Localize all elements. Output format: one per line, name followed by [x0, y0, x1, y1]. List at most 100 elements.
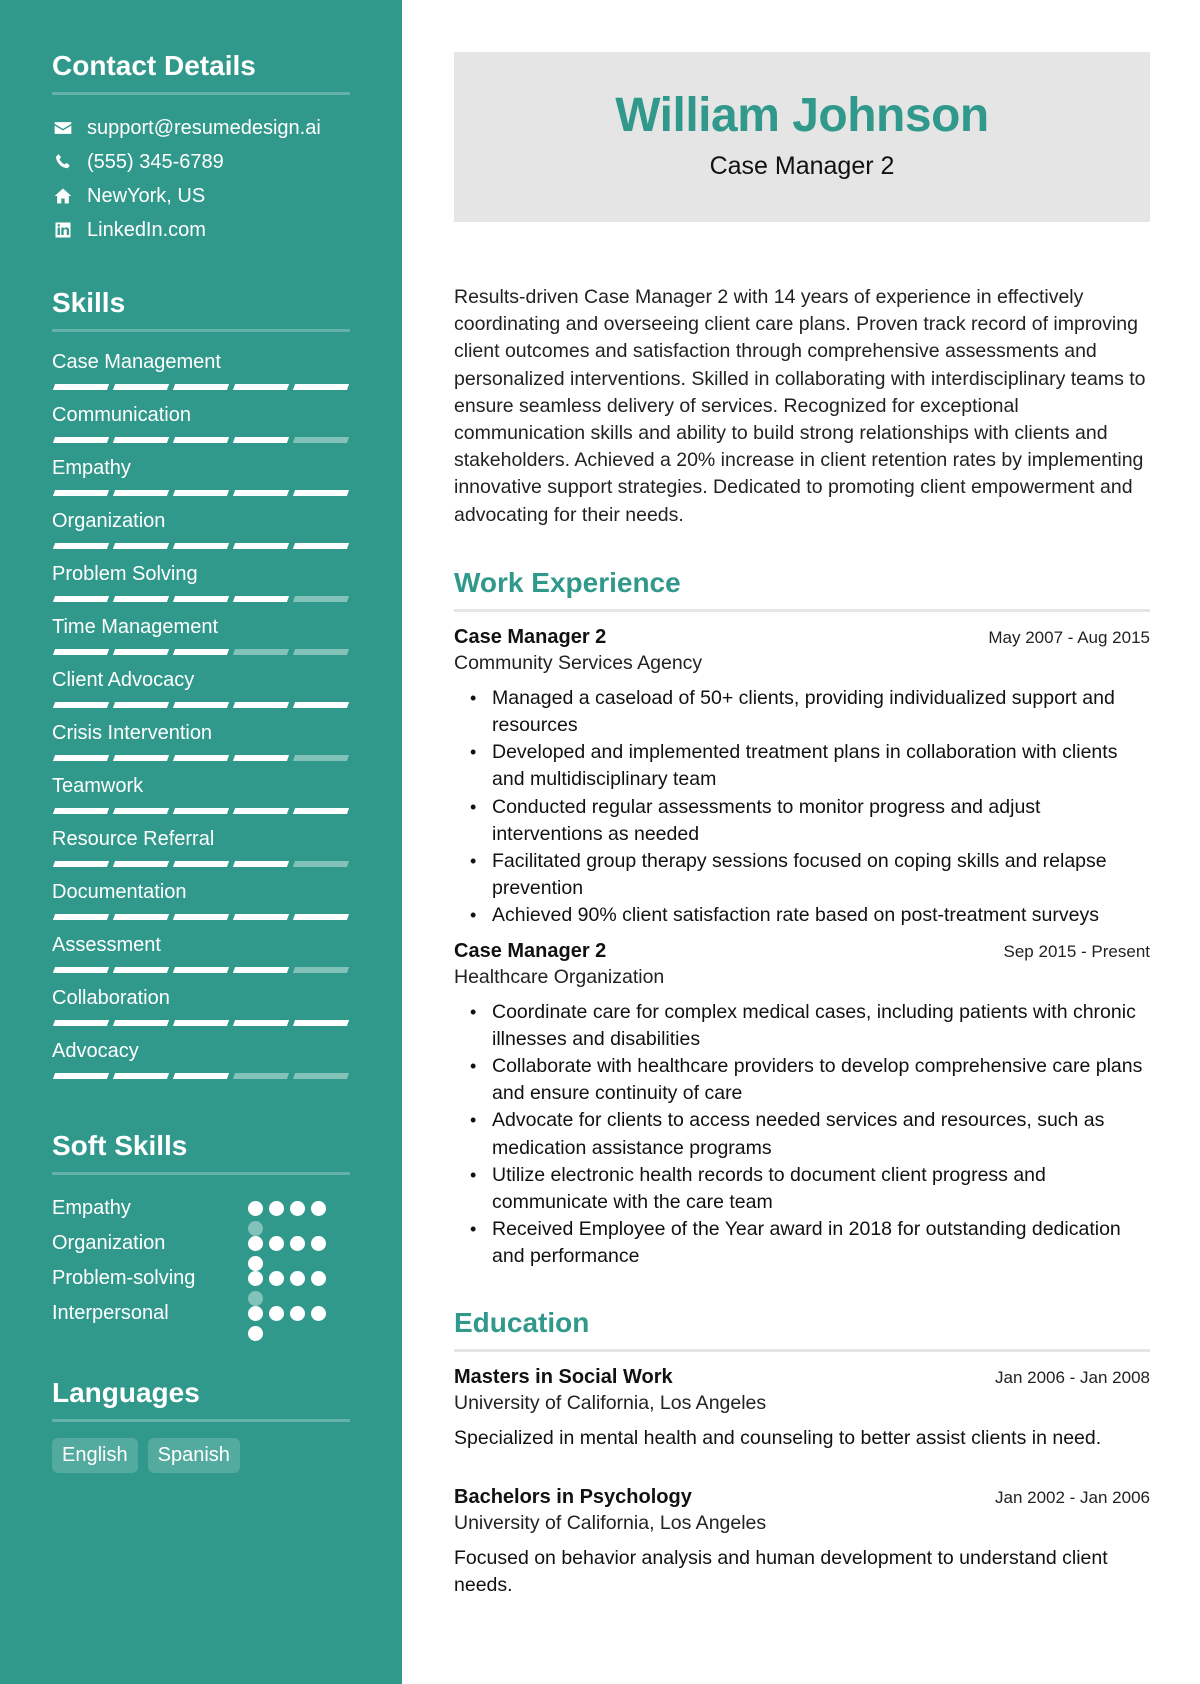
- sidebar: Contact Details support@resumedesign.ai …: [0, 0, 402, 1684]
- education-entry: Masters in Social Work Jan 2006 - Jan 200…: [454, 1366, 1150, 1452]
- rating-dot-filled: [290, 1305, 305, 1321]
- skill-segment-filled: [232, 595, 290, 602]
- skill-segment-filled: [172, 436, 230, 443]
- candidate-role: Case Manager 2: [709, 152, 895, 180]
- phone-icon: [52, 151, 74, 173]
- skill-item: Time Management: [52, 613, 350, 662]
- skill-segment-filled: [172, 542, 230, 549]
- skill-segment-filled: [292, 1019, 350, 1026]
- skill-item: Crisis Intervention: [52, 719, 350, 768]
- job-header: Case Manager 2 May 2007 - Aug 2015: [454, 626, 1150, 649]
- jobs-list: Case Manager 2 May 2007 - Aug 2015 Communi…: [454, 626, 1150, 1271]
- skill-level-bar: [52, 1065, 350, 1086]
- skill-segment-filled: [172, 701, 230, 708]
- skill-segment-filled: [112, 807, 170, 814]
- job-title: Case Manager 2: [454, 939, 607, 962]
- skill-name: Teamwork: [52, 775, 144, 797]
- skill-name: Assessment: [52, 934, 161, 956]
- skill-segment-filled: [172, 595, 230, 602]
- rating-dot-filled: [290, 1270, 305, 1286]
- skill-segment-filled: [232, 860, 290, 867]
- rating-dot-filled: [248, 1200, 263, 1216]
- skill-segment-filled: [292, 383, 350, 390]
- rating-dot-filled: [311, 1305, 326, 1321]
- skill-name: Organization: [52, 510, 166, 532]
- skill-segment-filled: [52, 966, 110, 973]
- skill-item: Teamwork: [52, 772, 350, 821]
- skill-segment-filled: [112, 489, 170, 496]
- rating-dot-filled: [248, 1270, 263, 1286]
- skill-segment-empty: [232, 648, 290, 655]
- contact-phone-text: (555) 345-6789: [87, 150, 224, 173]
- degree-title: Masters in Social Work: [454, 1365, 673, 1388]
- skill-item: Client Advocacy: [52, 666, 350, 715]
- skill-segment-filled: [52, 436, 110, 443]
- rating-dot-filled: [311, 1270, 326, 1286]
- skill-segment-filled: [52, 542, 110, 549]
- skill-segment-filled: [172, 648, 230, 655]
- contact-title: Contact Details: [52, 50, 350, 95]
- job-bullet: Achieved 90% client satisfaction rate ba…: [468, 902, 1150, 929]
- contact-location: NewYork, US: [52, 179, 350, 213]
- contact-email[interactable]: support@resumedesign.ai: [52, 111, 350, 145]
- education-list: Masters in Social Work Jan 2006 - Jan 200…: [454, 1366, 1150, 1600]
- skill-name: Communication: [52, 404, 191, 426]
- skill-level-bar: [52, 376, 350, 397]
- soft-skill-item: Problem-solving: [52, 1261, 350, 1306]
- skill-name: Empathy: [52, 457, 131, 479]
- skill-name: Client Advocacy: [52, 669, 195, 691]
- skill-segment-filled: [112, 860, 170, 867]
- job-bullet: Managed a caseload of 50+ clients, provi…: [468, 685, 1150, 739]
- skill-item: Case Management: [52, 348, 350, 397]
- skill-item: Assessment: [52, 931, 350, 980]
- languages-title: Languages: [52, 1377, 350, 1422]
- skill-segment-filled: [232, 754, 290, 761]
- job-bullet: Utilize electronic health records to doc…: [468, 1162, 1150, 1216]
- skill-name: Time Management: [52, 616, 218, 638]
- soft-skill-item: Organization: [52, 1226, 350, 1271]
- skill-item: Advocacy: [52, 1037, 350, 1086]
- education-dates: Jan 2002 - Jan 2006: [994, 1487, 1150, 1507]
- soft-skill-name: Empathy: [52, 1197, 131, 1219]
- contact-email-text: support@resumedesign.ai: [87, 116, 321, 139]
- job-organization: Community Services Agency: [454, 651, 703, 674]
- skill-item: Empathy: [52, 454, 350, 503]
- rating-dot-filled: [269, 1200, 284, 1216]
- soft-skill-rating: [248, 1200, 332, 1236]
- contact-linkedin-text: LinkedIn.com: [87, 218, 206, 241]
- skill-item: Collaboration: [52, 984, 350, 1033]
- job-bullets: Managed a caseload of 50+ clients, provi…: [454, 685, 1150, 930]
- education-description: Specialized in mental health and counsel…: [454, 1426, 1102, 1449]
- education-title: Education: [454, 1307, 1150, 1352]
- soft-skill-name: Problem-solving: [52, 1267, 196, 1289]
- skill-segment-filled: [112, 648, 170, 655]
- soft-skill-rating: [248, 1270, 332, 1306]
- skill-segment-filled: [112, 966, 170, 973]
- skill-segment-filled: [112, 913, 170, 920]
- skill-level-bar: [52, 1012, 350, 1033]
- job-bullet: Conducted regular assessments to monitor…: [468, 794, 1150, 848]
- skill-segment-filled: [52, 754, 110, 761]
- skill-segment-filled: [292, 807, 350, 814]
- contact-section: Contact Details support@resumedesign.ai …: [52, 50, 350, 247]
- skill-item: Documentation: [52, 878, 350, 927]
- contact-phone[interactable]: (555) 345-6789: [52, 145, 350, 179]
- soft-skill-item: Interpersonal: [52, 1296, 350, 1341]
- job-bullet: Facilitated group therapy sessions focus…: [468, 848, 1150, 902]
- skill-segment-filled: [112, 383, 170, 390]
- skill-segment-empty: [292, 966, 350, 973]
- skill-segment-empty: [232, 1072, 290, 1079]
- education-header: Masters in Social Work Jan 2006 - Jan 200…: [454, 1366, 1150, 1389]
- job-bullet: Coordinate care for complex medical case…: [468, 999, 1150, 1053]
- skill-level-bar: [52, 800, 350, 821]
- soft-skill-name: Organization: [52, 1232, 166, 1254]
- contact-linkedin[interactable]: LinkedIn.com: [52, 213, 350, 247]
- skill-segment-filled: [292, 489, 350, 496]
- soft-skill-rating: [248, 1235, 332, 1271]
- languages-section: Languages English Spanish: [52, 1377, 350, 1473]
- skill-segment-filled: [232, 701, 290, 708]
- skill-item: Communication: [52, 401, 350, 450]
- soft-skill-item: Empathy: [52, 1191, 350, 1236]
- job-organization: Healthcare Organization: [454, 965, 665, 988]
- envelope-icon: [52, 117, 74, 139]
